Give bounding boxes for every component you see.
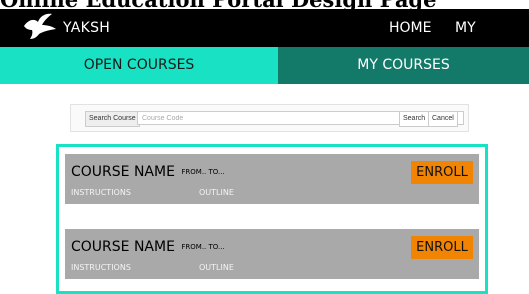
course-dates: FROM.. TO...	[181, 243, 225, 251]
course-dates: FROM.. TO...	[181, 168, 225, 176]
enroll-button[interactable]: ENROLL	[411, 161, 473, 184]
page-heading: Online Education Portal Design Page	[0, 0, 529, 9]
cancel-button[interactable]: Cancel	[428, 111, 458, 127]
course-card: COURSE NAME FROM.. TO... INSTRUCTIONS OU…	[65, 229, 479, 279]
course-search-bar: Search Course Search Cancel	[70, 104, 469, 132]
outline-link[interactable]: OUTLINE	[199, 188, 234, 197]
tab-open-courses[interactable]: OPEN COURSES	[0, 47, 278, 84]
instructions-link[interactable]: INSTRUCTIONS	[71, 263, 131, 272]
search-button[interactable]: Search	[399, 111, 430, 127]
course-name: COURSE NAME	[71, 239, 175, 255]
search-course-label: Search Course	[85, 111, 140, 127]
instructions-link[interactable]: INSTRUCTIONS	[71, 188, 131, 197]
navbar: YAKSH HOME MY PROFILE	[0, 9, 529, 74]
nav-my-profile-link[interactable]: MY PROFILE	[455, 9, 529, 74]
course-list: COURSE NAME FROM.. TO... INSTRUCTIONS OU…	[56, 144, 488, 294]
course-title: COURSE NAME FROM.. TO...	[71, 239, 225, 255]
brand-name[interactable]: YAKSH	[63, 9, 110, 47]
course-name: COURSE NAME	[71, 164, 175, 180]
course-title: COURSE NAME FROM.. TO...	[71, 164, 225, 180]
course-tabs: OPEN COURSES MY COURSES	[0, 47, 529, 84]
nav-home-link[interactable]: HOME	[389, 9, 431, 47]
enroll-button[interactable]: ENROLL	[411, 236, 473, 259]
bird-logo-icon[interactable]	[22, 12, 58, 40]
outline-link[interactable]: OUTLINE	[199, 263, 234, 272]
tab-my-courses[interactable]: MY COURSES	[278, 47, 529, 84]
course-card: COURSE NAME FROM.. TO... INSTRUCTIONS OU…	[65, 154, 479, 204]
